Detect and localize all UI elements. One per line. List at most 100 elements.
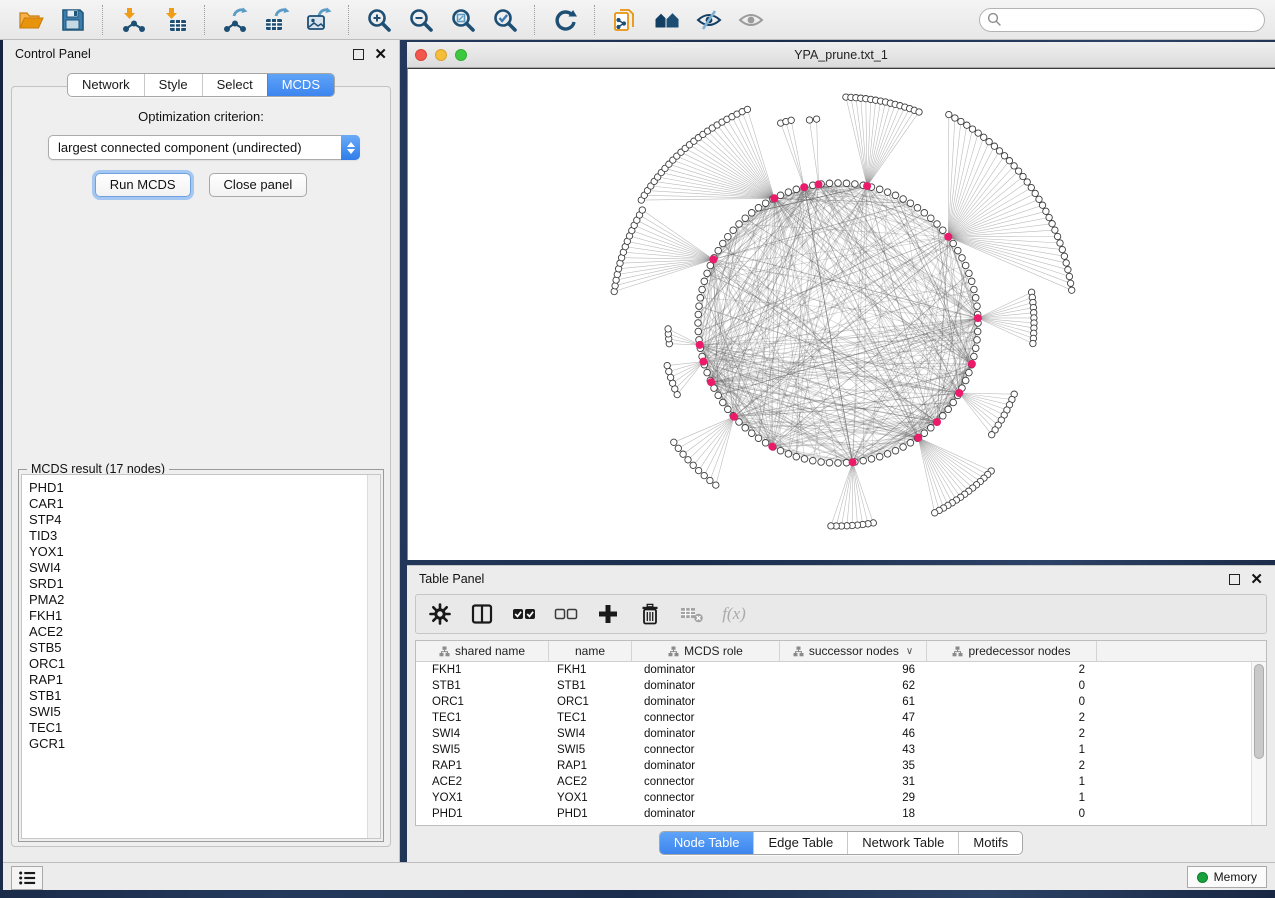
network-node[interactable] — [697, 295, 704, 302]
network-node[interactable] — [907, 200, 914, 207]
network-node[interactable] — [755, 435, 762, 442]
mcds-result-node[interactable]: TEC1 — [29, 720, 380, 736]
tab-network-table[interactable]: Network Table — [847, 832, 958, 854]
network-node[interactable] — [876, 186, 883, 193]
mcds-hub-node[interactable] — [968, 360, 976, 368]
network-node[interactable] — [639, 207, 645, 213]
table-cell[interactable]: ACE2 — [549, 774, 632, 790]
network-node[interactable] — [720, 399, 727, 406]
table-cell[interactable]: TEC1 — [549, 710, 632, 726]
table-cell[interactable]: ORC1 — [416, 694, 549, 710]
network-node[interactable] — [966, 369, 973, 376]
table-scrollbar[interactable] — [1251, 662, 1266, 825]
mcds-hub-node[interactable] — [944, 233, 952, 241]
network-node[interactable] — [1065, 267, 1071, 273]
network-node[interactable] — [720, 240, 727, 247]
zoom-fit-icon[interactable] — [448, 6, 478, 34]
table-row[interactable]: PHD1PHD1dominator180 — [416, 806, 1266, 822]
network-node[interactable] — [762, 440, 769, 447]
mcds-result-node[interactable]: PMA2 — [29, 592, 380, 608]
network-node[interactable] — [806, 117, 812, 123]
network-node[interactable] — [868, 456, 875, 463]
network-node[interactable] — [671, 439, 677, 445]
mcds-hub-node[interactable] — [768, 443, 776, 451]
import-table-icon[interactable] — [160, 6, 190, 34]
network-node[interactable] — [884, 451, 891, 458]
network-node[interactable] — [828, 523, 834, 529]
network-node[interactable] — [892, 192, 899, 199]
table-row[interactable]: YOX1YOX1connector291 — [416, 790, 1266, 806]
table-cell[interactable]: 29 — [780, 790, 927, 806]
network-node[interactable] — [1043, 208, 1049, 214]
delete-column-trash-icon[interactable] — [638, 602, 662, 626]
network-node[interactable] — [696, 303, 703, 310]
clone-network-icon[interactable] — [610, 6, 640, 34]
tab-edge-table[interactable]: Edge Table — [753, 832, 847, 854]
network-node[interactable] — [1024, 179, 1030, 185]
table-cell[interactable]: SWI4 — [549, 726, 632, 742]
network-node[interactable] — [921, 210, 928, 217]
table-cell[interactable]: 0 — [927, 806, 1097, 822]
table-row[interactable]: TEC1TEC1connector472 — [416, 710, 1266, 726]
mcds-result-node[interactable]: SRD1 — [29, 576, 380, 592]
table-cell[interactable]: 0 — [927, 694, 1097, 710]
network-node[interactable] — [974, 337, 981, 344]
network-node[interactable] — [981, 134, 987, 140]
network-node[interactable] — [966, 270, 973, 277]
network-node[interactable] — [690, 462, 696, 468]
open-session-icon[interactable] — [16, 6, 46, 34]
network-node[interactable] — [793, 186, 800, 193]
network-node[interactable] — [666, 368, 672, 374]
mcds-result-node[interactable]: SWI5 — [29, 704, 380, 720]
network-node[interactable] — [1057, 240, 1063, 246]
network-node[interactable] — [892, 447, 899, 454]
network-node[interactable] — [1032, 190, 1038, 196]
table-cell[interactable]: PHD1 — [549, 806, 632, 822]
network-node[interactable] — [971, 286, 978, 293]
memory-button[interactable]: Memory — [1187, 866, 1267, 888]
network-node[interactable] — [1001, 153, 1007, 159]
table-cell[interactable]: YOX1 — [549, 790, 632, 806]
table-cell[interactable]: SWI4 — [416, 726, 549, 742]
network-node[interactable] — [695, 328, 702, 335]
mcds-result-node[interactable]: TID3 — [29, 528, 380, 544]
table-cell[interactable]: dominator — [632, 662, 780, 678]
table-row[interactable]: RAP1RAP1dominator352 — [416, 758, 1266, 774]
zoom-out-icon[interactable] — [406, 6, 436, 34]
table-cell[interactable]: connector — [632, 710, 780, 726]
network-view-canvas[interactable] — [407, 68, 1275, 560]
network-node[interactable] — [1046, 214, 1052, 220]
show-all-icon[interactable] — [652, 6, 682, 34]
mcds-hub-node[interactable] — [849, 458, 857, 466]
close-panel-button[interactable]: Close panel — [209, 173, 308, 197]
mcds-hub-node[interactable] — [933, 418, 941, 426]
import-network-icon[interactable] — [118, 6, 148, 34]
tab-node-table[interactable]: Node Table — [660, 832, 754, 854]
column-header-successor-nodes[interactable]: successor nodes∨ — [780, 641, 927, 661]
network-node[interactable] — [1063, 260, 1069, 266]
network-node[interactable] — [964, 122, 970, 128]
table-cell[interactable]: STB1 — [416, 678, 549, 694]
network-node[interactable] — [974, 328, 981, 335]
tab-network[interactable]: Network — [68, 74, 144, 96]
network-node[interactable] — [736, 419, 743, 426]
network-node[interactable] — [736, 221, 743, 228]
network-window-titlebar[interactable]: YPA_prune.txt_1 — [407, 42, 1275, 68]
float-table-panel-icon[interactable] — [1229, 574, 1240, 585]
zoom-in-icon[interactable] — [364, 6, 394, 34]
table-cell[interactable]: 18 — [780, 806, 927, 822]
mcds-hub-node[interactable] — [696, 341, 704, 349]
hide-selected-eye-slash-icon[interactable] — [694, 6, 724, 34]
network-node[interactable] — [1011, 163, 1017, 169]
network-node[interactable] — [665, 326, 671, 332]
table-row[interactable]: FKH1FKH1dominator962 — [416, 662, 1266, 678]
network-node[interactable] — [950, 240, 957, 247]
table-cell[interactable]: RAP1 — [416, 758, 549, 774]
network-node[interactable] — [945, 406, 952, 413]
task-history-button[interactable] — [11, 866, 43, 890]
network-node[interactable] — [667, 374, 673, 380]
mcds-result-node[interactable]: CAR1 — [29, 496, 380, 512]
network-node[interactable] — [952, 115, 958, 121]
network-node[interactable] — [835, 460, 842, 467]
network-node[interactable] — [704, 270, 711, 277]
